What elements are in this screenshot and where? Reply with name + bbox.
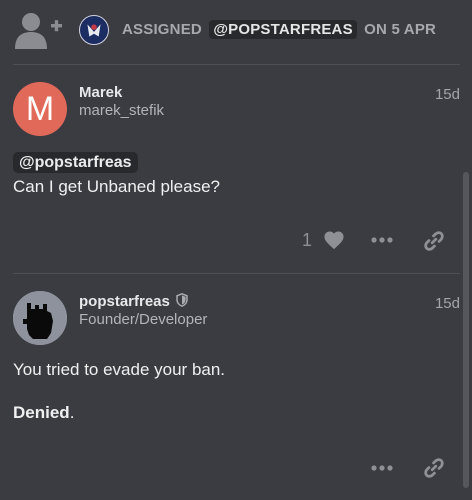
avatar-image [13,291,67,345]
heart-icon[interactable] [323,230,345,250]
assignment-text: ASSIGNED @POPSTARFREAS ON 5 APR [122,20,437,39]
post-body: Can I get Unbaned please? [13,177,220,196]
assignment-prefix: ASSIGNED [122,21,202,38]
post-mention-line: @popstarfreas [13,152,138,173]
avatar[interactable] [13,291,67,345]
post-body-line: Denied. [13,403,74,423]
scrollbar[interactable] [463,172,469,488]
link-icon[interactable] [423,230,445,252]
assignment-date: ON 5 APR [364,21,437,38]
post-body-bold: Denied [13,403,70,422]
assigner-avatar[interactable] [79,15,109,45]
post-date[interactable]: 15d [435,86,460,103]
post-body-line: You tried to evade your ban. [13,360,226,379]
post-marek: M Marek marek_stefik 15d @popstarfreas C… [0,65,472,273]
author-username[interactable]: marek_stefik [79,102,164,119]
assigner-avatar-image [80,16,108,44]
author-name[interactable]: popstarfreas [79,293,188,310]
link-icon[interactable] [423,457,445,479]
ellipsis-icon[interactable] [371,464,393,472]
author-name-text: popstarfreas [79,293,170,310]
mention-link[interactable]: @popstarfreas [13,152,138,173]
author-name[interactable]: Marek [79,84,122,101]
author-title: Founder/Developer [79,311,208,328]
like-count[interactable]: 1 [302,230,312,251]
add-user-icon [15,13,62,49]
post-date[interactable]: 15d [435,295,460,312]
post-popstarfreas: popstarfreas Founder/Developer 15d You t… [0,274,472,500]
ellipsis-icon[interactable] [371,236,393,244]
shield-icon [176,293,188,307]
assignment-notice: ASSIGNED @POPSTARFREAS ON 5 APR [0,0,472,64]
assignee-mention[interactable]: @POPSTARFREAS [209,20,357,39]
post-body-punctuation: . [69,403,75,422]
avatar[interactable]: M [13,82,67,136]
